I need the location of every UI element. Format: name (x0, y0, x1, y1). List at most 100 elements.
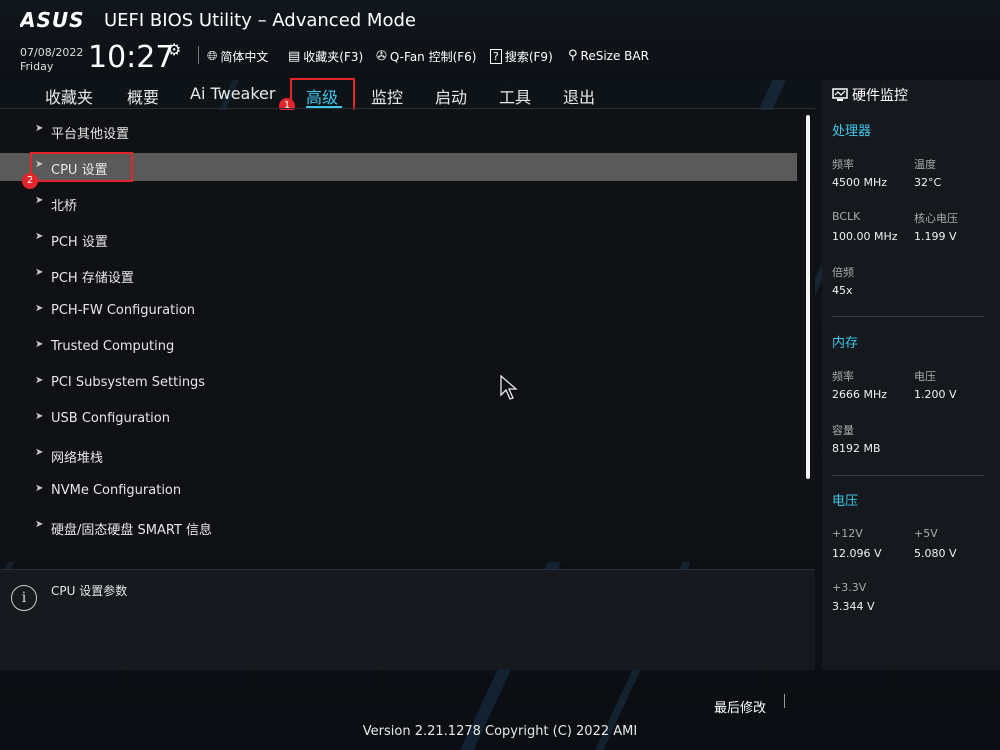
highlight-box-cpu (30, 152, 133, 182)
mem-volt-value: 1.200 V (914, 388, 957, 401)
ratio-value: 45x (832, 284, 853, 297)
app-title: UEFI BIOS Utility – Advanced Mode (104, 10, 416, 31)
chevron-right-icon: ➤ (35, 123, 44, 134)
bclk-value: 100.00 MHz (832, 230, 898, 243)
menu-item-label: 硬盘/固态硬盘 SMART 信息 (51, 523, 213, 538)
qfan-button[interactable]: ✇ Q-Fan 控制(F6) (376, 48, 477, 65)
hardware-monitor-title: 硬件监控 (832, 85, 908, 105)
menu-item-pci-subsystem[interactable]: ➤ PCI Subsystem Settings (0, 369, 797, 397)
info-icon: i (11, 585, 37, 611)
menu-item-nvme-configuration[interactable]: ➤ NVMe Configuration (0, 477, 797, 505)
fan-icon: ✇ (376, 49, 387, 64)
asus-logo-icon: ASUS (18, 8, 85, 32)
chevron-right-icon: ➤ (35, 483, 44, 494)
version-text: Version 2.21.1278 Copyright (C) 2022 AMI (362, 724, 638, 739)
menu-item-trusted-computing[interactable]: ➤ Trusted Computing (0, 333, 797, 361)
last-modified-button[interactable]: 最后修改 (714, 697, 766, 716)
vcore-value: 1.199 V (914, 230, 957, 243)
favorites-button[interactable]: ▤ 收藏夹(F3) (288, 48, 363, 65)
menu-item-label: 平台其他设置 (51, 127, 130, 142)
header-bar: ASUS UEFI BIOS Utility – Advanced Mode 0… (0, 0, 1000, 80)
menu-item-northbridge[interactable]: ➤ 北桥 (0, 189, 797, 217)
language-button[interactable]: 🌐︎ 简体中文 (207, 48, 268, 65)
chevron-right-icon: ➤ (35, 411, 44, 422)
vcore-label: 核心电压 (914, 212, 958, 225)
menu-item-smart-info[interactable]: ➤ 硬盘/固态硬盘 SMART 信息 (0, 513, 797, 541)
tab-favorites[interactable]: 收藏夹 (45, 84, 93, 108)
favorites-icon: ▤ (288, 49, 301, 64)
voltage-section-title: 电压 (832, 494, 859, 509)
chevron-right-icon: ➤ (35, 339, 44, 350)
menu-item-label: 北桥 (51, 199, 78, 214)
resize-bar-button[interactable]: ⚲ ReSize BAR (568, 48, 649, 63)
chevron-right-icon: ➤ (35, 267, 44, 278)
v5-value: 5.080 V (914, 547, 957, 560)
mem-capacity-value: 8192 MB (832, 442, 881, 455)
tab-monitor[interactable]: 监控 (371, 84, 403, 108)
help-description: CPU 设置参数 (51, 584, 128, 598)
chevron-right-icon: ➤ (35, 447, 44, 458)
asus-logo: ASUS (18, 8, 98, 36)
tab-exit[interactable]: 退出 (563, 84, 595, 108)
bclk-label: BCLK (832, 210, 861, 223)
menu-item-label: Trusted Computing (51, 339, 175, 354)
v5-label: +5V (914, 527, 938, 540)
svg-text:ASUS: ASUS (20, 10, 85, 30)
menu-item-pch-fw[interactable]: ➤ PCH-FW Configuration (0, 297, 797, 325)
resize-bar-label: ReSize BAR (580, 48, 649, 63)
menu-item-label: 网络堆栈 (51, 451, 104, 466)
cpu-temp-label: 温度 (914, 158, 936, 171)
tab-main[interactable]: 概要 (127, 84, 159, 108)
menu-item-usb-configuration[interactable]: ➤ USB Configuration (0, 405, 797, 433)
tabs-divider (0, 108, 815, 109)
date-display: 07/08/2022 Friday (20, 46, 83, 74)
hardware-monitor-panel: 硬件监控 处理器 频率 温度 4500 MHz 32°C BCLK 核心电压 1… (822, 80, 1000, 670)
tab-tool[interactable]: 工具 (499, 84, 531, 108)
menu-item-label: NVMe Configuration (51, 483, 182, 498)
ratio-label: 倍频 (832, 266, 854, 279)
menu-item-label: PCH-FW Configuration (51, 303, 196, 318)
cpu-section-title: 处理器 (832, 124, 872, 139)
tab-ai-tweaker[interactable]: Ai Tweaker (190, 84, 275, 103)
qfan-label: Q-Fan 控制(F6) (389, 50, 477, 64)
chevron-right-icon: ➤ (35, 375, 44, 386)
menu-scrollbar[interactable] (806, 115, 810, 479)
mem-freq-label: 频率 (832, 370, 854, 383)
v12-label: +12V (832, 527, 863, 540)
mouse-cursor-icon (500, 375, 518, 400)
menu-item-pch-storage[interactable]: ➤ PCH 存储设置 (0, 261, 797, 289)
cpu-freq-value: 4500 MHz (832, 176, 888, 189)
gear-icon[interactable]: ⚙ (167, 40, 181, 59)
day-text: Friday (20, 60, 54, 73)
mem-freq-value: 2666 MHz (832, 388, 888, 401)
header-divider (198, 46, 199, 64)
chevron-right-icon: ➤ (35, 303, 44, 314)
chevron-right-icon: ➤ (35, 231, 44, 242)
globe-icon: 🌐︎ (207, 49, 218, 64)
tab-boot[interactable]: 启动 (435, 84, 467, 108)
menu-item-label: PCH 存储设置 (51, 271, 134, 286)
chevron-right-icon: ➤ (35, 519, 44, 530)
time-display[interactable]: 10:27 (88, 40, 174, 75)
resize-bar-icon: ⚲ (568, 48, 578, 63)
menu-item-platform-misc[interactable]: ➤ 平台其他设置 (0, 117, 797, 145)
cpu-temp-value: 32°C (914, 176, 942, 189)
chevron-right-icon: ➤ (35, 195, 44, 206)
date-text: 07/08/2022 (20, 46, 84, 59)
language-label: 简体中文 (220, 50, 269, 64)
footer-divider (784, 694, 785, 708)
favorites-label: 收藏夹(F3) (303, 50, 364, 64)
v33-value: 3.344 V (832, 600, 875, 613)
menu-item-label: USB Configuration (51, 411, 170, 426)
monitor-divider (832, 475, 984, 476)
mem-capacity-label: 容量 (832, 424, 854, 437)
menu-item-network-stack[interactable]: ➤ 网络堆栈 (0, 441, 797, 469)
main-tabs: 收藏夹 概要 Ai Tweaker 高级 监控 启动 工具 退出 (0, 80, 815, 108)
menu-item-pch-configuration[interactable]: ➤ PCH 设置 (0, 225, 797, 253)
monitor-title-label: 硬件监控 (852, 88, 908, 104)
help-panel: i CPU 设置参数 (0, 569, 815, 670)
menu-item-label: PCH 设置 (51, 235, 108, 250)
search-button[interactable]: ? 搜索(F9) (490, 48, 553, 65)
cpu-freq-label: 频率 (832, 158, 854, 171)
memory-section-title: 内存 (832, 336, 859, 351)
